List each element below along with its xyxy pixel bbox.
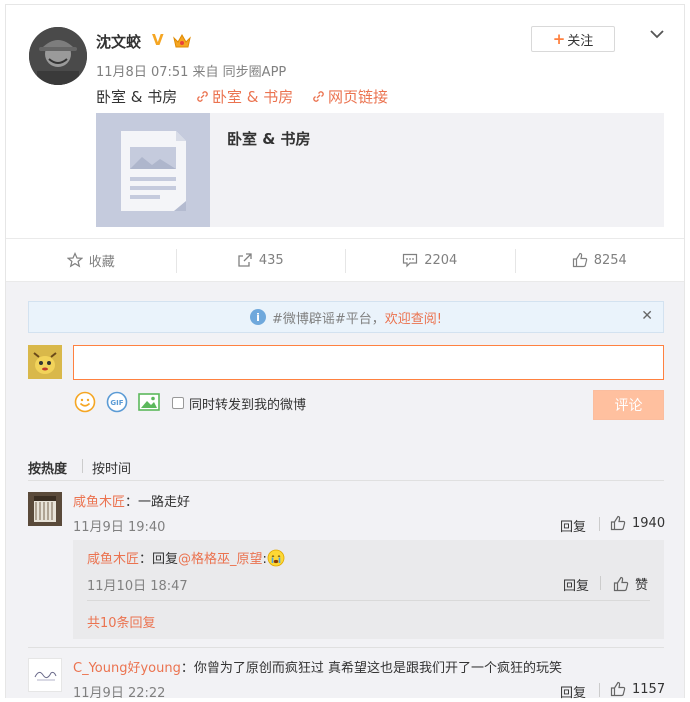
commenter-name[interactable]: C_Young好young xyxy=(73,661,181,676)
comments-panel: i #微博辟谣#平台， 欢迎查阅! ✕ GIF 同时转发到我的微博 评论 按热度… xyxy=(6,282,684,701)
separator xyxy=(599,683,600,697)
commenter-avatar[interactable] xyxy=(28,658,62,692)
post-link-1[interactable]: 卧室 & 书房 xyxy=(196,88,298,106)
more-replies-link[interactable]: 共10条回复 xyxy=(87,612,156,631)
comment-input[interactable] xyxy=(73,345,664,380)
author-avatar[interactable] xyxy=(29,27,87,85)
svg-text:GIF: GIF xyxy=(110,399,123,407)
separator xyxy=(599,517,600,531)
post-content: 卧室 & 书房 卧室 & 书房 网页链接 xyxy=(96,86,388,107)
divider xyxy=(28,647,664,648)
commenter-avatar[interactable] xyxy=(28,492,62,526)
separator xyxy=(600,576,601,590)
crying-emoji-icon xyxy=(267,549,285,567)
notice-link[interactable]: 欢迎查阅! xyxy=(385,308,442,327)
sort-separator xyxy=(82,459,83,473)
comment-text: 咸鱼木匠：一路走好 xyxy=(73,495,191,510)
mention-link[interactable]: @格格巫_原望 xyxy=(178,552,263,567)
link-icon xyxy=(197,91,208,102)
divider xyxy=(87,600,650,601)
replies-box: 咸鱼木匠：回复@格格巫_原望: 11月10日 18:47 回复 赞 共10条回复 xyxy=(73,540,664,639)
comment-time: 11月9日 22:22 xyxy=(73,686,166,701)
star-icon xyxy=(66,252,83,268)
comment-button[interactable]: 2204 xyxy=(345,239,515,281)
author-name[interactable]: 沈文蛟 xyxy=(96,31,141,52)
submit-comment-button[interactable]: 评论 xyxy=(593,390,664,420)
link-preview-card[interactable]: 卧室 & 书房 xyxy=(96,113,664,227)
rumor-notice: i #微博辟谣#平台， 欢迎查阅! ✕ xyxy=(28,301,664,333)
comment-time: 11月9日 19:40 xyxy=(73,520,166,535)
close-icon[interactable]: ✕ xyxy=(641,308,653,324)
document-icon xyxy=(96,113,210,227)
reply-like-button[interactable]: 赞 xyxy=(613,574,648,593)
replier-name[interactable]: 咸鱼木匠 xyxy=(87,552,139,567)
like-icon xyxy=(610,681,626,697)
forward-label: 同时转发到我的微博 xyxy=(189,398,307,413)
favorite-button[interactable]: 收藏 xyxy=(6,239,176,281)
weibo-post-card: 沈文蛟 V + 关注 11月8日 07:51 来自 同步圈APP 卧室 & 书房… xyxy=(5,4,685,701)
sort-by-hot-tab[interactable]: 按热度 xyxy=(28,458,67,477)
forward-checkbox[interactable] xyxy=(172,397,184,409)
verified-badge-icon: V xyxy=(152,31,164,49)
like-icon xyxy=(572,252,587,268)
share-icon xyxy=(238,253,252,267)
info-icon: i xyxy=(249,309,266,325)
sort-by-time-tab[interactable]: 按时间 xyxy=(92,458,131,477)
divider xyxy=(28,480,664,481)
reply-button[interactable]: 回复 xyxy=(563,575,589,594)
comment-like-button[interactable]: 1940 xyxy=(610,515,665,531)
action-bar: 收藏 435 2204 8254 xyxy=(6,238,684,282)
chevron-down-icon[interactable] xyxy=(648,25,666,43)
comment-like-button[interactable]: 1157 xyxy=(610,681,665,697)
follow-button[interactable]: + 关注 xyxy=(531,26,615,52)
plus-icon: + xyxy=(552,30,566,48)
reply-text: 咸鱼木匠：回复@格格巫_原望: xyxy=(87,548,285,567)
follow-label: 关注 xyxy=(567,33,594,49)
post-meta: 11月8日 07:51 来自 同步圈APP xyxy=(96,65,287,80)
post-link-2[interactable]: 网页链接 xyxy=(312,88,388,106)
emoji-icon[interactable] xyxy=(74,391,96,413)
gif-icon[interactable]: GIF xyxy=(106,391,128,413)
like-icon xyxy=(613,576,629,591)
image-icon[interactable] xyxy=(137,391,161,413)
preview-title: 卧室 & 书房 xyxy=(227,130,311,148)
vip-crown-icon xyxy=(173,33,191,48)
comment-icon xyxy=(403,253,418,268)
link-icon xyxy=(313,91,324,102)
repost-button[interactable]: 435 xyxy=(175,239,346,281)
reply-button[interactable]: 回复 xyxy=(560,682,586,701)
like-icon xyxy=(610,515,626,531)
commenter-name[interactable]: 咸鱼木匠 xyxy=(73,495,125,510)
reply-button[interactable]: 回复 xyxy=(560,516,586,535)
comment-text: C_Young好young：你曾为了原创而疯狂过 真希望这也是跟我们开了一个疯狂… xyxy=(73,661,562,676)
reply-time: 11月10日 18:47 xyxy=(87,579,188,594)
my-avatar[interactable] xyxy=(28,345,62,379)
post-text: 卧室 & 书房 xyxy=(96,88,178,106)
like-button[interactable]: 8254 xyxy=(514,239,685,281)
